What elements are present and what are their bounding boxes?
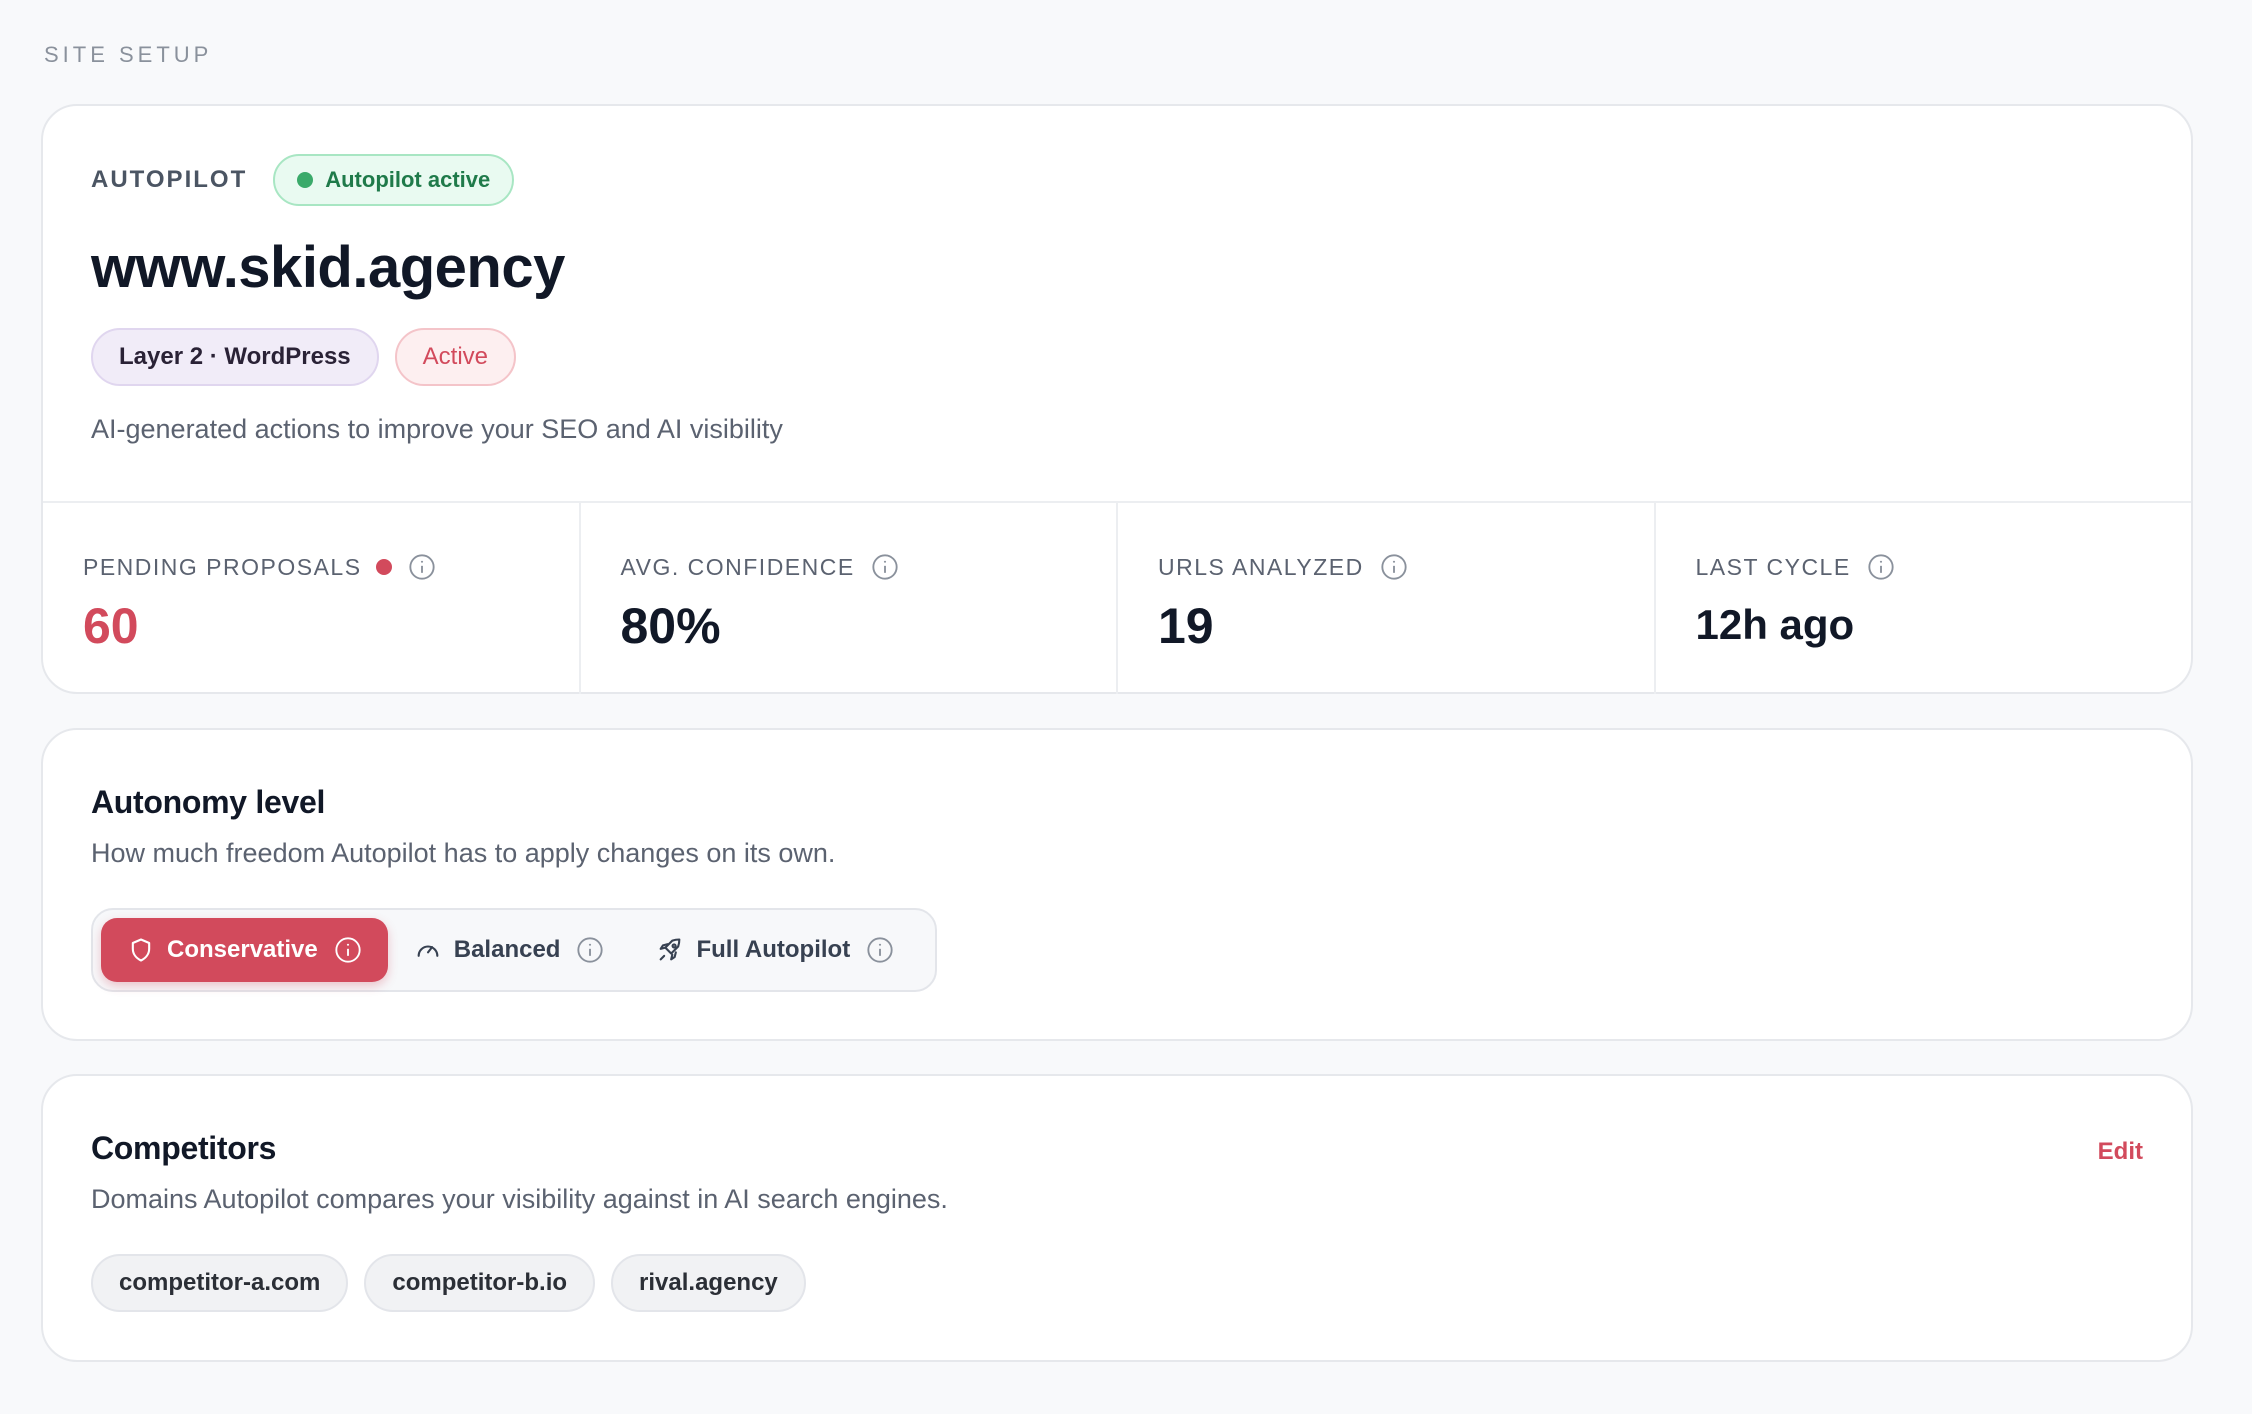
site-description: AI-generated actions to improve your SEO… (91, 414, 783, 444)
alert-dot-icon (375, 559, 392, 575)
info-icon[interactable] (1867, 553, 1895, 581)
stat-value: 12h ago (1695, 601, 1855, 648)
autonomy-card: Autonomy level How much freedom Autopilo… (41, 728, 2193, 1041)
stat-urls-analyzed: URLS ANALYZED 19 (1118, 503, 1656, 694)
layer-tag: Layer 2 · WordPress (91, 328, 379, 386)
competitors-description: Domains Autopilot compares your visibili… (91, 1184, 948, 1214)
competitor-chips: competitor-a.com competitor-b.io rival.a… (91, 1254, 806, 1312)
site-tags: Layer 2 · WordPress Active (91, 328, 517, 386)
stat-value: 60 (83, 598, 139, 654)
gauge-icon (417, 945, 439, 957)
stat-label: AVG. CONFIDENCE (620, 553, 855, 580)
stat-last-cycle: LAST CYCLE 12h ago (1656, 503, 2192, 694)
autopilot-card: AUTOPILOT Autopilot active www.skid.agen… (41, 104, 2193, 694)
info-icon[interactable] (871, 553, 899, 581)
info-icon[interactable] (1380, 553, 1408, 581)
status-badge: Autopilot active (273, 154, 515, 206)
option-label: Full Autopilot (696, 936, 851, 963)
autonomy-title: Autonomy level (91, 784, 326, 820)
edit-competitors-link[interactable]: Edit (2098, 1138, 2143, 1166)
autonomy-description: How much freedom Autopilot has to apply … (91, 838, 836, 868)
info-icon[interactable] (866, 936, 894, 964)
autonomy-segmented-control: Conservative Balanced Full Autopilot (91, 908, 937, 992)
stat-pending-proposals: PENDING PROPOSALS 60 (43, 503, 581, 694)
autopilot-eyebrow: AUTOPILOT (91, 166, 248, 193)
eyebrow-row: AUTOPILOT Autopilot active (91, 154, 515, 206)
stats-row: PENDING PROPOSALS 60 AVG. CONFIDENCE 80%… (43, 501, 2191, 694)
stat-value: 19 (1158, 598, 1214, 654)
info-icon[interactable] (334, 936, 362, 964)
competitors-title: Competitors (91, 1130, 277, 1166)
competitor-chip[interactable]: rival.agency (611, 1254, 806, 1312)
autonomy-option-conservative[interactable]: Conservative (101, 918, 388, 982)
competitor-chip[interactable]: competitor-b.io (364, 1254, 596, 1312)
info-icon[interactable] (408, 553, 436, 581)
status-badge-label: Autopilot active (325, 167, 491, 192)
competitors-card: Competitors Edit Domains Autopilot compa… (41, 1074, 2193, 1362)
autonomy-option-full-autopilot[interactable]: Full Autopilot (630, 918, 920, 982)
option-label: Balanced (453, 936, 561, 963)
rocket-icon (660, 938, 681, 961)
info-icon[interactable] (576, 936, 604, 964)
stat-label: LAST CYCLE (1695, 553, 1851, 580)
shield-icon (131, 938, 151, 962)
state-tag: Active (394, 328, 517, 386)
stat-avg-confidence: AVG. CONFIDENCE 80% (581, 503, 1118, 694)
stat-value: 80% (620, 598, 721, 654)
section-label: SITE SETUP (44, 42, 213, 67)
status-dot-icon (297, 172, 314, 188)
option-label: Conservative (167, 936, 318, 963)
stat-label: URLS ANALYZED (1158, 553, 1364, 580)
stat-label: PENDING PROPOSALS (83, 553, 362, 580)
autonomy-option-balanced[interactable]: Balanced (388, 918, 631, 982)
site-domain-title: www.skid.agency (91, 235, 565, 300)
competitor-chip[interactable]: competitor-a.com (91, 1254, 349, 1312)
